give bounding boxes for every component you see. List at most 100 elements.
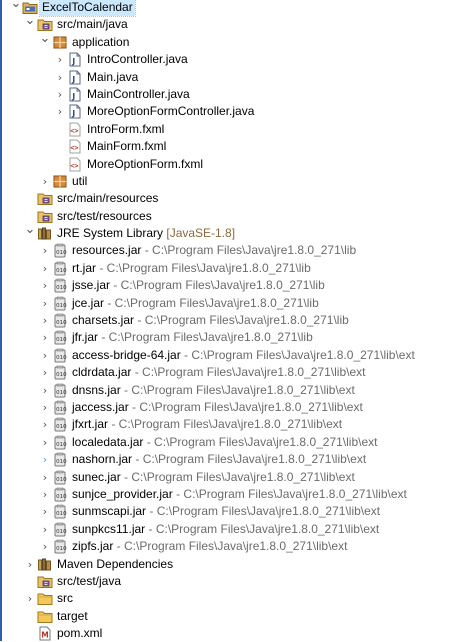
tree-item-text[interactable]: jsse.jar - C:\Program Files\Java\jre1.8.… [70, 277, 327, 294]
tree-item-text[interactable]: Maven Dependencies [55, 556, 175, 573]
tree-item-text[interactable]: target [55, 608, 90, 625]
tree-item-text[interactable]: MainForm.fxml [85, 138, 168, 155]
tree-item-text[interactable]: src/test/java [55, 573, 123, 590]
tree-item[interactable]: › Maven Dependencies [0, 556, 474, 573]
tree-item[interactable]: › 010 nashorn.jar - C:\Program Files\Java\… [0, 451, 474, 468]
tree-item-text[interactable]: access-bridge-64.jar - C:\Program Files\… [70, 347, 417, 364]
tree-item-text[interactable]: JRE System Library [JavaSE-1.8] [55, 225, 237, 242]
tree-item-text[interactable]: MoreOptionForm.fxml [85, 156, 205, 173]
chevron-right-icon[interactable]: › [39, 260, 51, 277]
chevron-right-icon[interactable]: › [54, 69, 66, 86]
tree-item-text[interactable]: IntroForm.fxml [85, 121, 166, 138]
chevron-right-icon[interactable]: › [54, 86, 66, 103]
chevron-right-icon[interactable]: › [54, 51, 66, 68]
tree-item[interactable]: › 010 dnsns.jar - C:\Program Files\Java\jr… [0, 382, 474, 399]
tree-item[interactable]: Mpom.xml [0, 625, 474, 642]
tree-item-text[interactable]: src [55, 590, 75, 607]
tree-item-text[interactable]: resources.jar - C:\Program Files\Java\jr… [70, 242, 358, 259]
tree-item[interactable]: › 010 sunec.jar - C:\Program Files\Java\jr… [0, 469, 474, 486]
chevron-right-icon[interactable]: › [39, 295, 51, 312]
tree-item[interactable]: › J MainController.java [0, 86, 474, 103]
tree-item[interactable]: › 010 jce.jar - C:\Program Files\Java\jre1… [0, 295, 474, 312]
tree-item[interactable]: › src [0, 590, 474, 607]
tree-item[interactable]: › J IntroController.java [0, 51, 474, 68]
tree-item-text[interactable]: IntroController.java [85, 51, 190, 68]
chevron-right-icon[interactable]: › [39, 486, 51, 503]
tree-item[interactable]: › 010 localedata.jar - C:\Program Files\Ja… [0, 434, 474, 451]
tree-item[interactable]: › 010 cldrdata.jar - C:\Program Files\Java… [0, 364, 474, 381]
tree-item-text[interactable]: util [70, 173, 89, 190]
tree-item-text[interactable]: application [70, 34, 131, 51]
tree-item-text[interactable]: jce.jar - C:\Program Files\Java\jre1.8.0… [70, 295, 321, 312]
chevron-right-icon[interactable]: › [39, 538, 51, 555]
tree-item-text[interactable]: rt.jar - C:\Program Files\Java\jre1.8.0_… [70, 260, 313, 277]
chevron-down-icon[interactable]: ⌄ [10, 0, 22, 16]
package-explorer-tree[interactable]: ⌄ ExcelToCalendar ⌄ src/main/java ⌄ applicati… [0, 0, 474, 642]
tree-item-text[interactable]: pom.xml [55, 625, 104, 642]
chevron-right-icon[interactable]: › [39, 399, 51, 416]
tree-item[interactable]: target [0, 608, 474, 625]
chevron-right-icon[interactable]: › [39, 416, 51, 433]
chevron-right-icon[interactable]: › [39, 173, 51, 190]
tree-item[interactable]: src/test/resources [0, 208, 474, 225]
tree-item-text[interactable]: zipfs.jar - C:\Program Files\Java\jre1.8… [70, 538, 349, 555]
tree-item-text[interactable]: ExcelToCalendar [39, 0, 136, 18]
chevron-right-icon[interactable]: › [39, 277, 51, 294]
tree-item-text[interactable]: nashorn.jar - C:\Program Files\Java\jre1… [70, 451, 368, 468]
tree-item-text[interactable]: sunpkcs11.jar - C:\Program Files\Java\jr… [70, 521, 381, 538]
tree-item[interactable]: › 010 charsets.jar - C:\Program Files\Java… [0, 312, 474, 329]
tree-item[interactable]: › 010 jfr.jar - C:\Program Files\Java\jre1… [0, 329, 474, 346]
tree-item-text[interactable]: src/test/resources [55, 208, 154, 225]
tree-item[interactable]: ⌄ JRE System Library [JavaSE-1.8] [0, 223, 474, 242]
tree-item-text[interactable]: sunec.jar - C:\Program Files\Java\jre1.8… [70, 469, 357, 486]
chevron-right-icon[interactable]: › [54, 103, 66, 120]
chevron-right-icon[interactable]: › [24, 590, 36, 607]
tree-item-text[interactable]: src/main/resources [55, 190, 160, 207]
chevron-down-icon[interactable]: ⌄ [24, 14, 36, 33]
tree-item[interactable]: › 010 sunjce_provider.jar - C:\Program Fil… [0, 486, 474, 503]
tree-item-text[interactable]: src/main/java [55, 16, 130, 33]
tree-item[interactable]: ⌄ ExcelToCalendar [0, 0, 474, 18]
chevron-right-icon[interactable]: › [39, 312, 51, 329]
tree-item-text[interactable]: jfr.jar - C:\Program Files\Java\jre1.8.0… [70, 329, 315, 346]
chevron-right-icon[interactable]: › [39, 364, 51, 381]
tree-item[interactable]: ⌄ application [0, 32, 474, 51]
chevron-right-icon[interactable]: › [39, 329, 51, 346]
tree-item[interactable]: › 010 access-bridge-64.jar - C:\Program Fi… [0, 347, 474, 364]
chevron-right-icon[interactable]: › [24, 556, 36, 573]
chevron-right-icon[interactable]: › [39, 469, 51, 486]
chevron-right-icon[interactable]: › [39, 503, 51, 520]
tree-item[interactable]: › 010 sunmscapi.jar - C:\Program Files\Jav… [0, 503, 474, 520]
chevron-right-icon[interactable]: › [39, 434, 51, 451]
tree-item[interactable]: › 010 jsse.jar - C:\Program Files\Java\jre… [0, 277, 474, 294]
tree-item-text[interactable]: sunjce_provider.jar - C:\Program Files\J… [70, 486, 409, 503]
tree-item[interactable]: <> MainForm.fxml [0, 138, 474, 155]
tree-item-text[interactable]: MoreOptionFormController.java [85, 103, 256, 120]
tree-item[interactable]: › 010 sunpkcs11.jar - C:\Program Files\Jav… [0, 521, 474, 538]
chevron-right-icon[interactable]: › [39, 347, 51, 364]
tree-item-text[interactable]: dnsns.jar - C:\Program Files\Java\jre1.8… [70, 382, 357, 399]
tree-item[interactable]: <> IntroForm.fxml [0, 121, 474, 138]
tree-item[interactable]: › 010 rt.jar - C:\Program Files\Java\jre1.… [0, 260, 474, 277]
tree-item[interactable]: ⌄ src/main/java [0, 14, 474, 33]
chevron-right-icon[interactable]: › [39, 382, 51, 399]
tree-item[interactable]: › J Main.java [0, 69, 474, 86]
tree-item[interactable]: src/test/java [0, 573, 474, 590]
tree-item-text[interactable]: charsets.jar - C:\Program Files\Java\jre… [70, 312, 351, 329]
tree-item-text[interactable]: MainController.java [85, 86, 192, 103]
chevron-right-icon[interactable]: › [39, 451, 51, 468]
tree-item[interactable]: › 010 resources.jar - C:\Program Files\Jav… [0, 242, 474, 259]
tree-item[interactable]: › 010 jaccess.jar - C:\Program Files\Java\… [0, 399, 474, 416]
chevron-down-icon[interactable]: ⌄ [24, 223, 36, 242]
tree-item[interactable]: <> MoreOptionForm.fxml [0, 156, 474, 173]
chevron-right-icon[interactable]: › [39, 242, 51, 259]
tree-item-text[interactable]: Main.java [85, 69, 140, 86]
tree-item[interactable]: › 010 jfxrt.jar - C:\Program Files\Java\jr… [0, 416, 474, 433]
tree-item[interactable]: › J MoreOptionFormController.java [0, 103, 474, 120]
tree-item-text[interactable]: jfxrt.jar - C:\Program Files\Java\jre1.8… [70, 416, 344, 433]
tree-item[interactable]: › util [0, 173, 474, 190]
tree-item[interactable]: › 010 zipfs.jar - C:\Program Files\Java\jr… [0, 538, 474, 555]
chevron-down-icon[interactable]: ⌄ [39, 32, 51, 51]
tree-item[interactable]: src/main/resources [0, 190, 474, 207]
tree-item-text[interactable]: localedata.jar - C:\Program Files\Java\j… [70, 434, 380, 451]
